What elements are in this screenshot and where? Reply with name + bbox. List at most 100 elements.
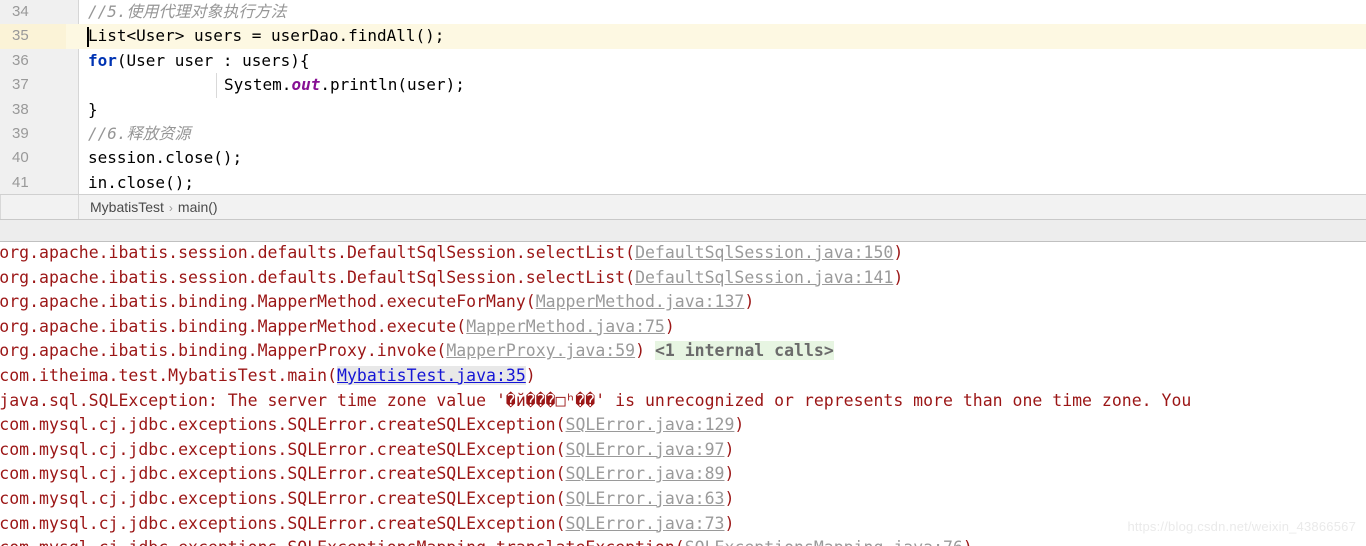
chevron-right-icon: › — [168, 201, 173, 215]
stack-trace-line[interactable]: at com.mysql.cj.jdbc.exceptions.SQLError… — [0, 438, 1366, 463]
run-console[interactable]: at org.apache.ibatis.session.defaults.De… — [0, 243, 1366, 546]
trace-frame-text: at org.apache.ibatis.session.defaults.De… — [0, 267, 626, 287]
source-link-active[interactable]: MybatisTest.java:35 — [337, 365, 526, 385]
trace-frame-text: at com.itheima.test.MybatisTest.main — [0, 365, 328, 385]
stack-trace-line[interactable]: at org.apache.ibatis.binding.MapperMetho… — [0, 315, 1366, 340]
paren-open: ( — [555, 439, 566, 459]
stack-trace-line[interactable]: at org.apache.ibatis.session.defaults.De… — [0, 243, 1366, 266]
keyword-for: for — [88, 50, 117, 70]
paren-open: ( — [555, 464, 566, 484]
stack-trace-line[interactable]: at com.mysql.cj.jdbc.exceptions.SQLError… — [0, 413, 1366, 438]
code-line-38[interactable]: 38 } — [0, 98, 1366, 122]
line-number: 36 — [12, 51, 29, 69]
breadcrumb-left-edge — [0, 195, 1, 220]
exception-message-line: Caused by: java.sql.SQLException: The se… — [0, 389, 1366, 414]
paren-close: ) — [724, 488, 735, 508]
trace-frame-text: at org.apache.ibatis.binding.MapperMetho… — [0, 316, 457, 336]
breadcrumb-content: MybatisTest › main() — [90, 195, 218, 220]
code-line-40[interactable]: 40 session.close(); — [0, 146, 1366, 170]
paren-close: ) — [893, 267, 904, 287]
paren-open: ( — [555, 488, 566, 508]
line-number: 40 — [12, 149, 29, 167]
line-number: 35 — [0, 24, 66, 49]
source-link[interactable]: SQLError.java:63 — [566, 489, 725, 508]
code-line-36[interactable]: 36 for(User user : users){ — [0, 49, 1366, 73]
paren-close: ) — [724, 439, 735, 459]
trace-frame-text: at org.apache.ibatis.binding.MapperProxy… — [0, 341, 437, 361]
source-link[interactable]: DefaultSqlSession.java:150 — [635, 243, 893, 262]
trace-frame-text: at com.mysql.cj.jdbc.exceptions.SQLError… — [0, 488, 556, 508]
paren-open: ( — [436, 341, 447, 361]
paren-close: ) — [744, 292, 755, 312]
code-line-39[interactable]: 39 //6.释放资源 — [0, 122, 1366, 146]
code-line-text: in.close(); — [88, 172, 194, 192]
watermark: https://blog.csdn.net/weixin_43866567 — [1127, 519, 1356, 534]
internal-calls-badge[interactable]: <1 internal calls> — [654, 341, 834, 361]
paren-close: ) — [724, 513, 735, 533]
breadcrumb[interactable]: MybatisTest › main() — [0, 194, 1366, 220]
trace-frame-text: at com.mysql.cj.jdbc.exceptions.SQLError… — [0, 439, 556, 459]
paren-open: ( — [525, 292, 536, 312]
code-line-37[interactable]: 37 System.out.println(user); — [0, 73, 1366, 98]
code-line-text: for(User user : users){ — [88, 49, 310, 73]
line-number: 41 — [12, 173, 29, 191]
trace-frame-text: at org.apache.ibatis.binding.MapperMetho… — [0, 292, 526, 312]
code-line-35[interactable]: 35 List<User> users = userDao.findAll(); — [0, 24, 1366, 49]
breadcrumb-divider — [78, 195, 79, 220]
line-number: 37 — [12, 76, 29, 94]
paren-close: ) — [893, 243, 904, 262]
source-link[interactable]: SQLError.java:89 — [566, 464, 725, 483]
source-link[interactable]: MapperProxy.java:59 — [446, 341, 635, 360]
ide-window: b a t 34 //5.使用代理对象执行方法 35 List<User> us… — [0, 0, 1366, 546]
source-link[interactable]: SQLExceptionsMapping.java:76 — [685, 538, 963, 546]
paren-close: ) — [963, 538, 973, 546]
code-editor[interactable]: b a t 34 //5.使用代理对象执行方法 35 List<User> us… — [0, 0, 1366, 194]
paren-close: ) — [734, 415, 745, 435]
stack-trace-line[interactable]: at com.itheima.test.MybatisTest.main(Myb… — [0, 364, 1366, 389]
paren-open: ( — [675, 538, 685, 546]
paren-open: ( — [456, 316, 467, 336]
for-statement-rest: (User user : users){ — [116, 50, 310, 70]
code-line-text: //5.使用代理对象执行方法 — [88, 2, 287, 21]
paren-close: ) — [664, 316, 675, 336]
println-suffix: .println(user); — [320, 75, 465, 95]
line-number: 39 — [12, 125, 29, 142]
source-link[interactable]: MapperMethod.java:137 — [536, 292, 745, 311]
paren-close: ) — [724, 464, 735, 484]
paren-open: ( — [625, 267, 636, 287]
code-line-text: session.close(); — [88, 148, 243, 168]
trace-frame-text: at com.mysql.cj.jdbc.exceptions.SQLError… — [0, 464, 556, 484]
line-number: 38 — [12, 100, 29, 118]
code-line-text: //6.释放资源 — [88, 124, 191, 143]
indent-guide — [216, 73, 217, 98]
code-line-41[interactable]: 41 in.close(); — [0, 171, 1366, 194]
source-link[interactable]: MapperMethod.java:75 — [466, 317, 665, 336]
source-link[interactable]: DefaultSqlSession.java:141 — [635, 268, 893, 287]
source-link[interactable]: SQLError.java:129 — [566, 415, 735, 434]
code-line-text: } — [88, 99, 98, 119]
stack-trace-line[interactable]: at com.mysql.cj.jdbc.exceptions.SQLError… — [0, 487, 1366, 512]
code-line-text: System.out.println(user); — [224, 73, 465, 97]
code-line-34[interactable]: 34 //5.使用代理对象执行方法 — [0, 0, 1366, 24]
paren-open: ( — [555, 415, 566, 435]
stack-trace-line[interactable]: at com.mysql.cj.jdbc.exceptions.SQLError… — [0, 462, 1366, 487]
source-link[interactable]: SQLError.java:97 — [566, 440, 725, 459]
breadcrumb-item-method[interactable]: main() — [178, 199, 218, 215]
stack-trace-line[interactable]: at org.apache.ibatis.binding.MapperProxy… — [0, 339, 1366, 364]
paren-open: ( — [327, 365, 338, 385]
field-out: out — [291, 75, 321, 95]
paren-close: ) — [635, 341, 645, 361]
trace-frame-text: at com.mysql.cj.jdbc.exceptions.SQLExcep… — [0, 538, 675, 546]
exception-message-text: Caused by: java.sql.SQLException: The se… — [0, 390, 1192, 410]
code-lines[interactable]: 34 //5.使用代理对象执行方法 35 List<User> users = … — [0, 0, 1366, 194]
console-scroll-content[interactable]: at org.apache.ibatis.session.defaults.De… — [0, 243, 1366, 546]
stack-trace-line[interactable]: at org.apache.ibatis.binding.MapperMetho… — [0, 290, 1366, 315]
stack-trace-line[interactable]: at com.mysql.cj.jdbc.exceptions.SQLExcep… — [0, 536, 1366, 546]
stack-trace-line[interactable]: at org.apache.ibatis.session.defaults.De… — [0, 266, 1366, 291]
breadcrumb-item-class[interactable]: MybatisTest — [90, 199, 164, 215]
paren-close: ) — [525, 365, 536, 385]
console-toolbar-strip — [0, 219, 1366, 242]
line-number: 34 — [12, 3, 29, 20]
paren-open: ( — [555, 513, 566, 533]
source-link[interactable]: SQLError.java:73 — [566, 514, 725, 533]
